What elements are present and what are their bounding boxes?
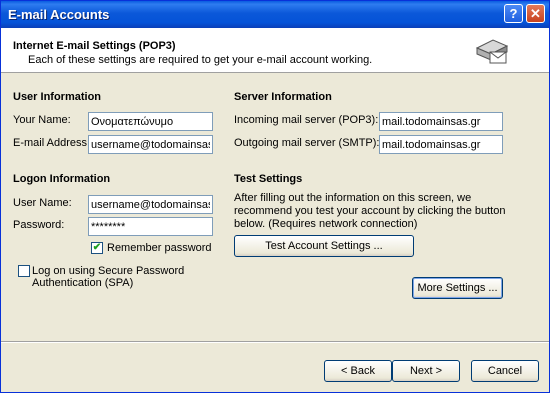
- email-address-label: E-mail Address:: [13, 137, 91, 149]
- help-icon: ?: [509, 6, 518, 21]
- user-information-heading: User Information: [13, 91, 102, 103]
- title-bar[interactable]: E-mail Accounts ? ✕: [1, 1, 549, 28]
- check-icon: ✔: [92, 242, 102, 253]
- logon-information-heading: Logon Information: [13, 173, 111, 185]
- test-description-line2: recommend you test your account by click…: [234, 205, 506, 217]
- close-icon: ✕: [530, 5, 541, 21]
- test-description-line1: After filling out the information on thi…: [234, 192, 472, 204]
- email-accounts-dialog: E-mail Accounts ? ✕ Internet E-mail Sett…: [0, 0, 550, 393]
- user-name-label: User Name:: [13, 197, 72, 209]
- back-button[interactable]: < Back: [324, 360, 392, 382]
- incoming-server-label: Incoming mail server (POP3):: [234, 114, 379, 126]
- outgoing-server-label: Outgoing mail server (SMTP):: [234, 137, 380, 149]
- test-description-line3: below. (Requires network connection): [234, 218, 418, 230]
- next-button[interactable]: Next >: [392, 360, 460, 382]
- help-button[interactable]: ?: [504, 4, 523, 23]
- remember-password-label[interactable]: Remember password: [107, 242, 212, 254]
- incoming-server-input[interactable]: [379, 112, 503, 131]
- header-subtitle: Each of these settings are required to g…: [28, 54, 373, 66]
- header-title: Internet E-mail Settings (POP3): [13, 40, 176, 52]
- email-address-input[interactable]: [88, 135, 213, 154]
- test-account-settings-button[interactable]: Test Account Settings ...: [234, 235, 414, 257]
- spa-label-line1[interactable]: Log on using Secure Password: [32, 265, 184, 277]
- password-input[interactable]: [88, 217, 213, 236]
- more-settings-button[interactable]: More Settings ...: [412, 277, 503, 299]
- spa-label-line2[interactable]: Authentication (SPA): [32, 277, 133, 289]
- window-title: E-mail Accounts: [8, 7, 110, 22]
- user-name-input[interactable]: [88, 195, 213, 214]
- your-name-label: Your Name:: [13, 114, 71, 126]
- your-name-input[interactable]: [88, 112, 213, 131]
- spa-checkbox[interactable]: [18, 265, 30, 277]
- wizard-header: Internet E-mail Settings (POP3) Each of …: [1, 28, 549, 73]
- footer-divider: [1, 341, 549, 343]
- outgoing-server-input[interactable]: [379, 135, 503, 154]
- password-label: Password:: [13, 219, 65, 231]
- remember-password-checkbox[interactable]: ✔: [91, 242, 103, 254]
- cancel-button[interactable]: Cancel: [471, 360, 539, 382]
- close-button[interactable]: ✕: [526, 4, 545, 23]
- test-settings-heading: Test Settings: [234, 173, 303, 185]
- mail-server-icon: [475, 39, 509, 64]
- server-information-heading: Server Information: [234, 91, 332, 103]
